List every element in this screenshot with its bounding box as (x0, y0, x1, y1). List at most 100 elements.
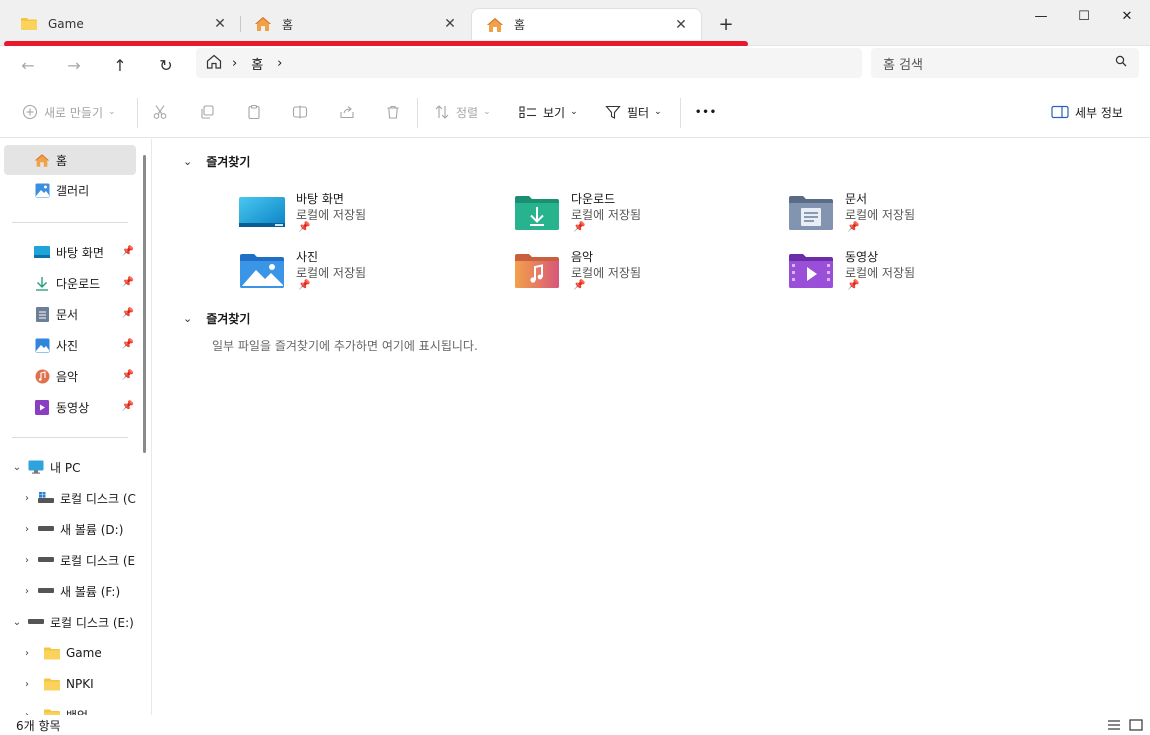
sidebar-item-drive-e[interactable]: › 로컬 디스크 (E:) (4, 545, 136, 575)
sidebar-item-desktop[interactable]: 바탕 화면 📌 (4, 237, 136, 267)
search-input[interactable]: 홈 검색 (871, 48, 1139, 78)
chevron-right-icon[interactable]: › (20, 524, 34, 535)
chevron-right-icon[interactable]: › (20, 679, 34, 690)
sidebar-item-home[interactable]: 홈 (4, 145, 136, 175)
sidebar-item-folder-backup[interactable]: › 백업 (4, 700, 136, 715)
search-icon[interactable] (1115, 55, 1127, 71)
pin-icon[interactable]: 📌 (122, 339, 134, 350)
chevron-down-icon[interactable]: ⌄ (183, 155, 192, 168)
address-bar[interactable]: › 홈 › (196, 48, 862, 78)
breadcrumb-separator[interactable]: › (232, 56, 237, 71)
toolbar-divider (137, 98, 138, 128)
breadcrumb-home[interactable]: 홈 (251, 54, 263, 73)
computer-icon (28, 459, 44, 475)
tab-game[interactable]: Game ✕ (6, 8, 240, 40)
more-options-button[interactable]: ••• (695, 98, 717, 126)
trash-icon (385, 104, 401, 120)
sidebar-item-drive-f[interactable]: › 새 볼륨 (F:) (4, 576, 136, 606)
tile-desktop[interactable]: 바탕 화면 로컬에 저장됨 📌 (238, 188, 498, 238)
paste-button[interactable] (246, 98, 268, 126)
tile-location: 로컬에 저장됨 (296, 266, 367, 280)
sidebar-item-documents[interactable]: 문서 📌 (4, 299, 136, 329)
chevron-right-icon[interactable]: › (20, 493, 34, 504)
sidebar-item-folder-npki[interactable]: › NPKI (4, 669, 136, 699)
sidebar-item-drive-c[interactable]: › 로컬 디스크 (C:) (4, 483, 136, 513)
sidebar-item-folder-game[interactable]: › Game (4, 638, 136, 668)
close-icon[interactable]: ✕ (440, 14, 460, 34)
gallery-icon (34, 182, 50, 198)
close-window-button[interactable]: ✕ (1104, 0, 1150, 32)
tile-videos[interactable]: 동영상 로컬에 저장됨 📌 (787, 246, 1047, 296)
tab-label: 홈 (514, 18, 526, 32)
sidebar-item-videos[interactable]: 동영상 📌 (4, 392, 136, 422)
pin-icon: 📌 (573, 222, 586, 233)
tab-home-1[interactable]: 홈 ✕ (240, 8, 470, 40)
tile-name: 바탕 화면 (296, 192, 344, 206)
tile-music[interactable]: 음악 로컬에 저장됨 📌 (513, 246, 773, 296)
drive-icon (38, 552, 54, 568)
new-button[interactable]: 새로 만들기 ⌄ (22, 98, 116, 126)
new-tab-button[interactable]: + (714, 12, 738, 36)
minimize-button[interactable]: — (1018, 0, 1064, 32)
back-button[interactable]: ← (13, 50, 43, 80)
view-label: 보기 (543, 105, 566, 120)
chevron-right-icon[interactable]: › (20, 586, 34, 597)
pictures-folder-icon (240, 254, 284, 288)
sidebar-item-drive-d[interactable]: › 새 볼륨 (D:) (4, 514, 136, 544)
tab-home-2[interactable]: 홈 ✕ (471, 8, 702, 40)
chevron-down-icon[interactable]: ⌄ (10, 617, 24, 628)
tile-downloads[interactable]: 다운로드 로컬에 저장됨 📌 (513, 188, 773, 238)
favorites-files-section-header[interactable]: ⌄ 즐겨찾기 (183, 310, 250, 327)
tile-documents[interactable]: 문서 로컬에 저장됨 📌 (787, 188, 1047, 238)
empty-favorites-message: 일부 파일을 즐겨찾기에 추가하면 여기에 표시됩니다. (212, 339, 478, 353)
documents-folder-icon (789, 196, 833, 230)
chevron-down-icon[interactable]: ⌄ (10, 462, 24, 473)
refresh-button[interactable]: ↻ (151, 50, 181, 80)
sidebar-scrollbar[interactable] (143, 155, 146, 453)
maximize-button[interactable]: ☐ (1061, 0, 1107, 32)
sidebar-item-label: 로컬 디스크 (E:) (60, 553, 136, 568)
chevron-right-icon[interactable]: › (20, 648, 34, 659)
tile-name: 사진 (296, 250, 319, 264)
pin-icon[interactable]: 📌 (122, 308, 134, 319)
tiles-view-icon[interactable] (1128, 717, 1144, 733)
pin-icon[interactable]: 📌 (122, 401, 134, 412)
filter-button[interactable]: 필터 ⌄ (605, 98, 662, 126)
folder-icon (44, 645, 60, 661)
details-button[interactable]: 세부 정보 (1051, 98, 1123, 126)
view-button[interactable]: 보기 ⌄ (519, 98, 578, 126)
pin-icon[interactable]: 📌 (122, 277, 134, 288)
share-icon (339, 104, 355, 120)
favorites-section-header[interactable]: ⌄ 즐겨찾기 (183, 153, 250, 170)
sidebar-item-pictures[interactable]: 사진 📌 (4, 330, 136, 360)
rename-button[interactable] (292, 98, 314, 126)
pin-icon[interactable]: 📌 (122, 246, 134, 257)
sidebar-item-this-pc[interactable]: ⌄ 내 PC (4, 452, 136, 482)
sidebar-item-downloads[interactable]: 다운로드 📌 (4, 268, 136, 298)
pin-icon[interactable]: 📌 (122, 370, 134, 381)
close-icon[interactable]: ✕ (210, 14, 230, 34)
chevron-down-icon[interactable]: ⌄ (183, 312, 192, 325)
copy-button[interactable] (199, 98, 221, 126)
tile-name: 다운로드 (571, 192, 616, 206)
up-button[interactable]: ↑ (105, 50, 135, 80)
windows-drive-icon (38, 490, 54, 506)
delete-button[interactable] (385, 98, 407, 126)
details-view-icon[interactable] (1106, 717, 1122, 733)
share-button[interactable] (339, 98, 361, 126)
close-icon[interactable]: ✕ (671, 15, 691, 35)
pin-icon: 📌 (298, 280, 311, 291)
forward-button[interactable]: → (59, 50, 89, 80)
breadcrumb-separator[interactable]: › (277, 56, 282, 71)
toolbar-divider (680, 98, 681, 128)
sidebar-item-music[interactable]: 음악 📌 (4, 361, 136, 391)
cut-button[interactable] (152, 98, 174, 126)
sort-button[interactable]: 정렬 ⌄ (434, 98, 491, 126)
drive-icon (38, 583, 54, 599)
tile-pictures[interactable]: 사진 로컬에 저장됨 📌 (238, 246, 498, 296)
chevron-right-icon[interactable]: › (20, 555, 34, 566)
sidebar-item-drive-e-expanded[interactable]: ⌄ 로컬 디스크 (E:) (4, 607, 136, 637)
home-icon[interactable] (206, 54, 222, 73)
sidebar-item-gallery[interactable]: 갤러리 (4, 175, 136, 205)
tab-label: 홈 (282, 17, 294, 32)
